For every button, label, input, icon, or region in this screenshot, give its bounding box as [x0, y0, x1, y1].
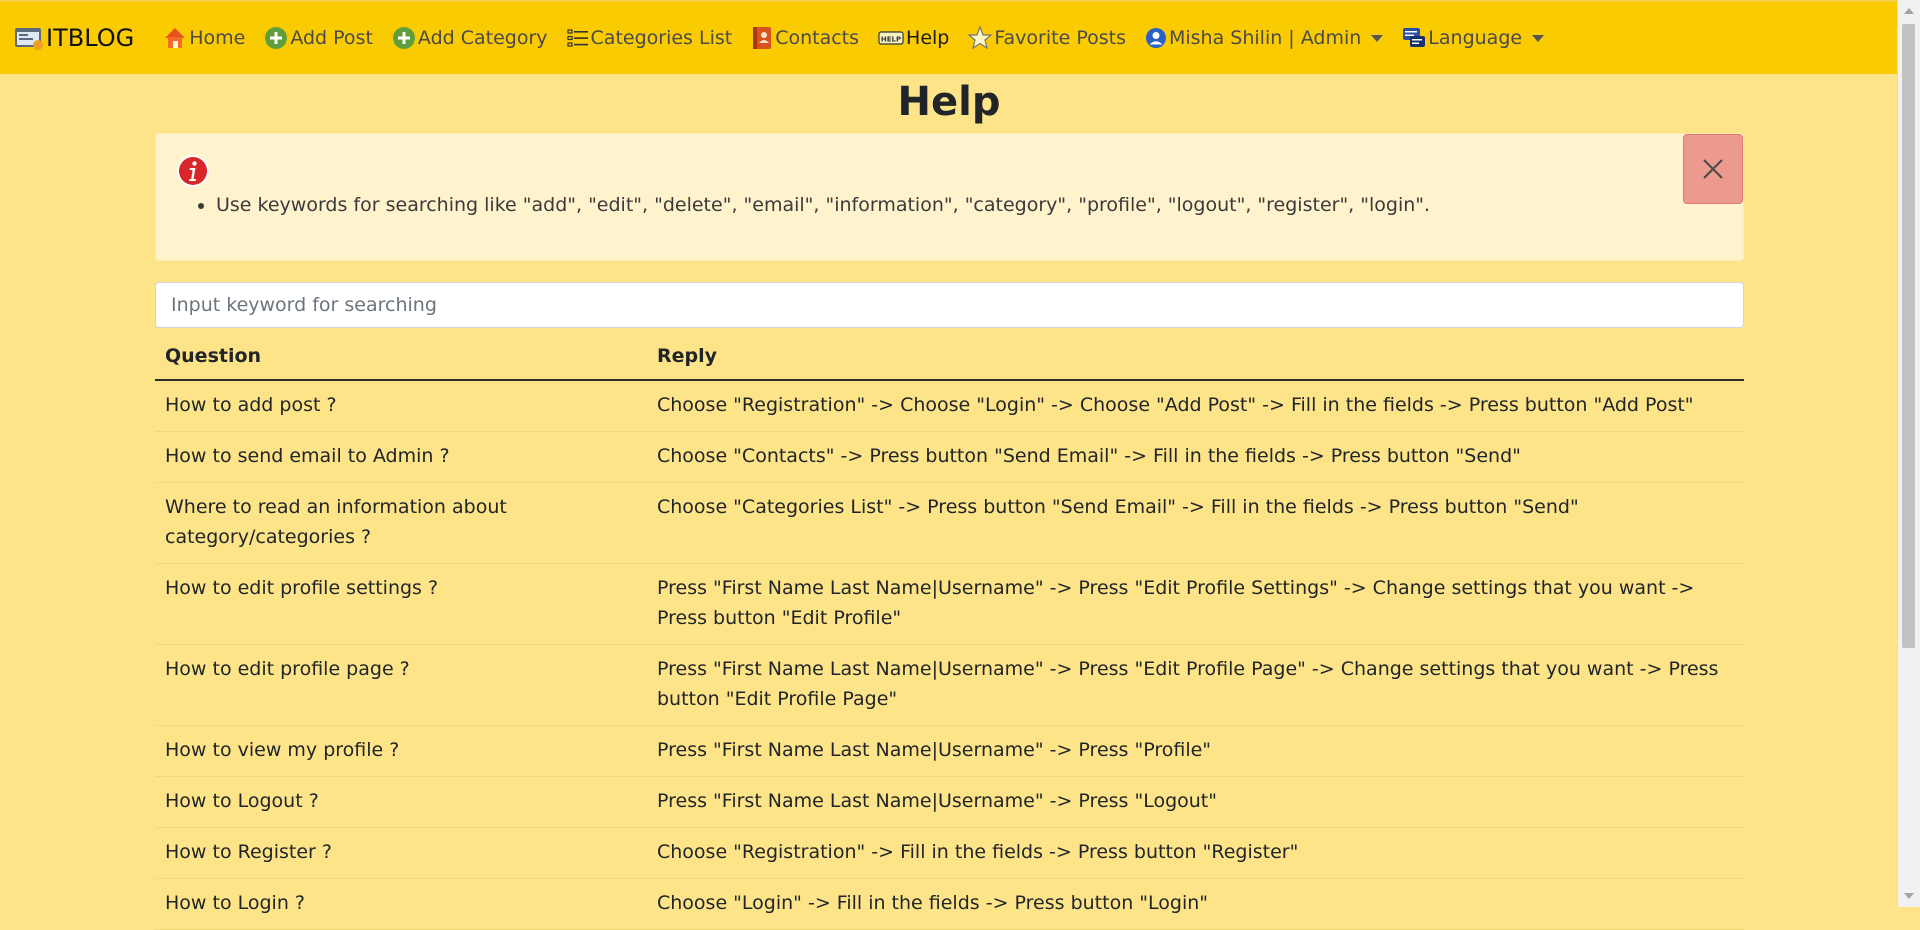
scroll-up-arrow-icon[interactable]: [1904, 8, 1914, 14]
star-icon: [967, 25, 994, 50]
table-row: How to Login ? Choose "Login" -> Fill in…: [155, 878, 1744, 930]
question-cell: How to Login ?: [155, 878, 647, 930]
nav-favorite-posts[interactable]: Favorite Posts: [967, 25, 1126, 51]
table-row: How to Register ? Choose "Registration" …: [155, 827, 1744, 879]
plus-circle-icon: [265, 27, 288, 49]
table-row: How to Logout ? Press "First Name Last N…: [155, 776, 1744, 828]
nav-contacts-label: Contacts: [775, 27, 860, 49]
language-icon: [1403, 28, 1426, 47]
plus-circle-icon: [392, 27, 415, 49]
search-input[interactable]: [155, 282, 1744, 328]
reply-cell: Choose "Categories List" -> Press button…: [647, 482, 1744, 564]
reply-cell: Choose "Registration" -> Choose "Login" …: [647, 380, 1744, 432]
nav-user-label: Misha Shilin | Admin: [1168, 27, 1362, 49]
svg-text:HELP: HELP: [881, 36, 901, 44]
question-cell: How to edit profile page ?: [155, 644, 647, 726]
table-header-row: Question Reply: [155, 335, 1744, 381]
top-navbar: ITBLOG Home Add Post Add Category Catego…: [0, 0, 1898, 74]
table-row: How to view my profile ? Press "First Na…: [155, 725, 1744, 777]
close-icon: [1703, 159, 1723, 179]
reply-cell: Press "First Name Last Name|Username" ->…: [647, 644, 1744, 726]
reply-cell: Press "First Name Last Name|Username" ->…: [647, 776, 1744, 828]
table-row: How to send email to Admin ? Choose "Con…: [155, 431, 1744, 483]
scrollbar-thumb[interactable]: [1902, 24, 1915, 648]
blog-logo-icon: [15, 28, 43, 50]
help-table: Question Reply How to add post ? Choose …: [155, 335, 1744, 930]
close-alert-button[interactable]: [1683, 134, 1743, 204]
scroll-down-arrow-icon[interactable]: [1904, 893, 1914, 899]
alert-list: Use keywords for searching like "add", "…: [196, 194, 1430, 216]
nav-favorite-posts-label: Favorite Posts: [994, 27, 1126, 49]
brand-link[interactable]: ITBLOG: [14, 24, 134, 52]
column-header-reply: Reply: [647, 335, 1744, 381]
vertical-scrollbar[interactable]: [1897, 0, 1920, 907]
nav-add-post-label: Add Post: [290, 27, 373, 49]
question-cell: How to add post ?: [155, 380, 647, 432]
nav-home-label: Home: [189, 27, 246, 49]
table-row: How to add post ? Choose "Registration" …: [155, 380, 1744, 432]
nav-language-label: Language: [1428, 27, 1523, 49]
nav-categories-list-label: Categories List: [590, 27, 733, 49]
question-cell: Where to read an information about categ…: [155, 482, 647, 564]
nav-categories-list[interactable]: Categories List: [566, 26, 733, 50]
reply-cell: Press "First Name Last Name|Username" ->…: [647, 563, 1744, 645]
reply-cell: Choose "Registration" -> Fill in the fie…: [647, 827, 1744, 879]
table-row: How to edit profile settings ? Press "Fi…: [155, 563, 1744, 645]
chevron-down-icon: [1532, 34, 1545, 42]
question-cell: How to edit profile settings ?: [155, 563, 647, 645]
table-row: Where to read an information about categ…: [155, 482, 1744, 564]
brand-name: ITBLOG: [46, 24, 135, 52]
question-cell: How to view my profile ?: [155, 725, 647, 777]
reply-cell: Choose "Login" -> Fill in the fields -> …: [647, 878, 1744, 930]
home-icon: [165, 28, 186, 48]
nav-home[interactable]: Home: [162, 25, 245, 51]
nav-help-label: Help: [906, 27, 950, 49]
user-icon: [1145, 28, 1166, 48]
chevron-down-icon: [1371, 34, 1384, 42]
reply-cell: Choose "Contacts" -> Press button "Send …: [647, 431, 1744, 483]
column-header-question: Question: [155, 335, 647, 381]
alert-text: Use keywords for searching like "add", "…: [216, 194, 1430, 216]
table-row: How to edit profile page ? Press "First …: [155, 644, 1744, 726]
question-cell: How to send email to Admin ?: [155, 431, 647, 483]
nav-help[interactable]: HELP Help: [877, 27, 949, 49]
nav-add-category-label: Add Category: [417, 27, 548, 49]
nav-add-category[interactable]: Add Category: [391, 25, 548, 51]
question-cell: How to Register ?: [155, 827, 647, 879]
question-cell: How to Logout ?: [155, 776, 647, 828]
nav-language-dropdown[interactable]: Language: [1401, 26, 1545, 50]
nav-user-dropdown[interactable]: Misha Shilin | Admin: [1144, 26, 1384, 50]
nav-contacts[interactable]: Contacts: [750, 25, 859, 51]
reply-cell: Press "First Name Last Name|Username" ->…: [647, 725, 1744, 777]
list-icon: [566, 29, 588, 47]
page-title: Help: [897, 79, 1001, 125]
contacts-book-icon: [753, 27, 772, 49]
info-icon: [177, 155, 209, 187]
help-sign-icon: HELP: [878, 31, 904, 45]
nav-add-post[interactable]: Add Post: [263, 25, 373, 51]
info-alert: Use keywords for searching like "add", "…: [155, 133, 1744, 261]
